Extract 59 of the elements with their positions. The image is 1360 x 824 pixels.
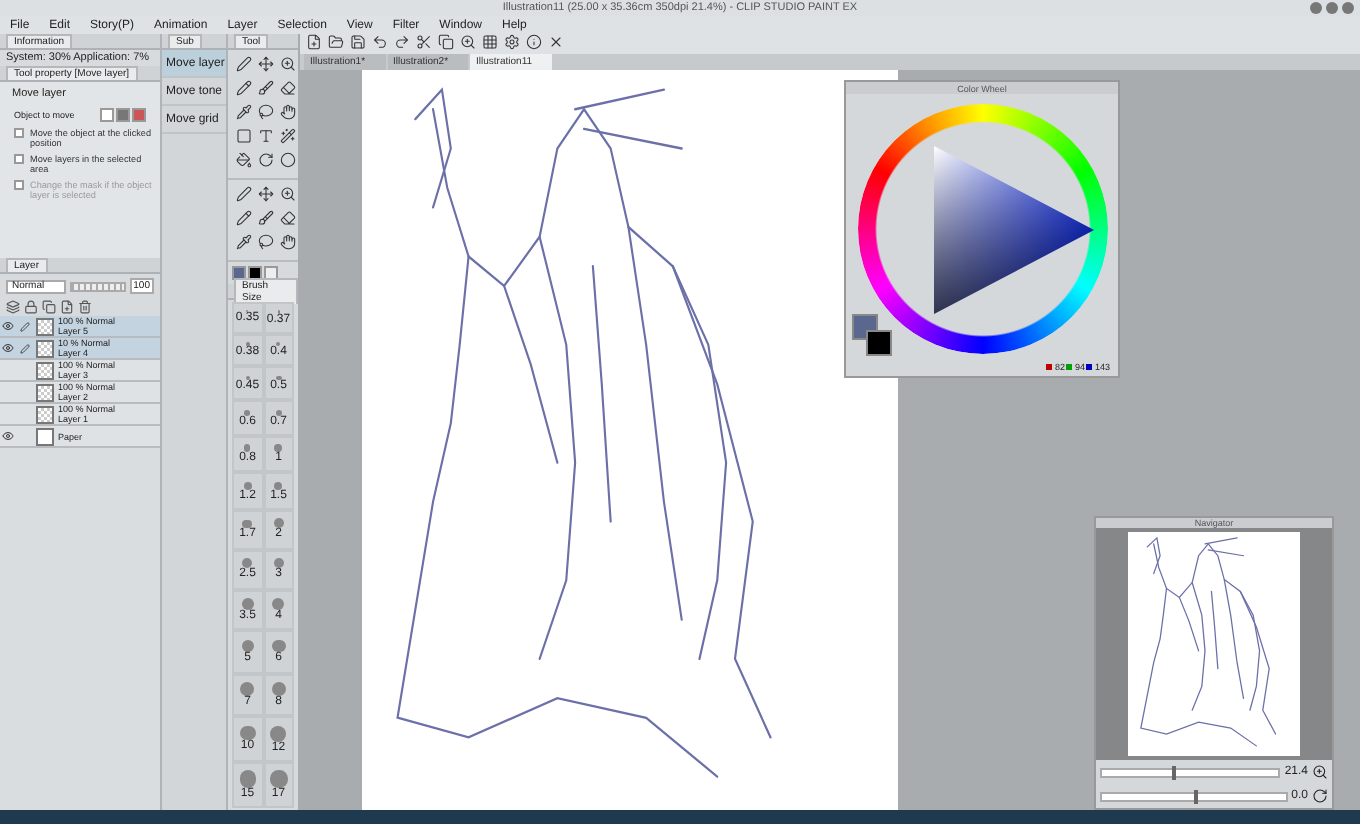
zoom-icon[interactable] <box>1312 764 1328 780</box>
ellipse-icon[interactable] <box>280 152 296 168</box>
eyedropper-icon[interactable] <box>236 234 252 250</box>
close-icon[interactable] <box>548 34 564 50</box>
text-icon[interactable] <box>258 128 274 144</box>
pen-icon[interactable] <box>236 186 252 202</box>
zoom-icon[interactable] <box>280 186 296 202</box>
hand-icon[interactable] <box>280 234 296 250</box>
trash-icon[interactable] <box>78 300 92 314</box>
rectangle-icon[interactable] <box>236 128 252 144</box>
zoom-slider-thumb[interactable] <box>1172 765 1177 779</box>
hand-icon[interactable] <box>280 104 296 120</box>
eye-icon[interactable] <box>2 430 14 442</box>
rotation-slider-thumb[interactable] <box>1193 789 1198 803</box>
checkbox[interactable] <box>14 154 24 164</box>
copy-icon[interactable] <box>438 34 454 50</box>
rotate-icon[interactable] <box>1312 788 1328 804</box>
checkbox[interactable] <box>14 128 24 138</box>
sub-color-swatch[interactable] <box>866 330 892 356</box>
move-icon[interactable] <box>258 56 274 72</box>
close-button[interactable] <box>1342 2 1354 14</box>
pen-icon[interactable] <box>236 56 252 72</box>
brush-icon[interactable] <box>258 80 274 96</box>
new-file-icon[interactable] <box>306 34 322 50</box>
channel-marker <box>1046 364 1053 370</box>
opacity-slider-fill[interactable] <box>72 283 124 289</box>
move-icon[interactable] <box>258 186 274 202</box>
color-triangle[interactable] <box>934 146 1094 314</box>
grid-icon[interactable] <box>482 34 498 50</box>
lasso-icon[interactable] <box>258 234 274 250</box>
wand-icon[interactable] <box>280 128 296 144</box>
bucket-icon[interactable] <box>236 152 252 168</box>
pencil-icon[interactable] <box>236 210 252 226</box>
eraser-icon[interactable] <box>280 210 296 226</box>
layers-icon[interactable] <box>6 300 20 314</box>
pencil-icon[interactable] <box>236 80 252 96</box>
save-icon[interactable] <box>350 34 366 50</box>
eyedropper-icon[interactable] <box>236 104 252 120</box>
lasso-icon[interactable] <box>258 104 274 120</box>
zoom-icon[interactable] <box>280 56 296 72</box>
eye-icon[interactable] <box>2 320 14 332</box>
maximize-button[interactable] <box>1326 2 1338 14</box>
eye-icon[interactable] <box>2 342 14 354</box>
copy-icon[interactable] <box>42 300 56 314</box>
lock-icon[interactable] <box>24 300 38 314</box>
eraser-icon[interactable] <box>280 80 296 96</box>
settings-icon[interactable] <box>504 34 520 50</box>
cut-icon[interactable] <box>416 34 432 50</box>
zoom-icon[interactable] <box>460 34 476 50</box>
rotate-icon[interactable] <box>258 152 274 168</box>
undo-icon[interactable] <box>372 34 388 50</box>
redo-icon[interactable] <box>394 34 410 50</box>
new-layer-icon[interactable] <box>60 300 74 314</box>
minimize-button[interactable] <box>1310 2 1322 14</box>
channel-marker <box>1066 364 1073 370</box>
brush-icon[interactable] <box>258 210 274 226</box>
info-icon[interactable] <box>526 34 542 50</box>
channel-marker <box>1086 364 1093 370</box>
open-folder-icon[interactable] <box>328 34 344 50</box>
